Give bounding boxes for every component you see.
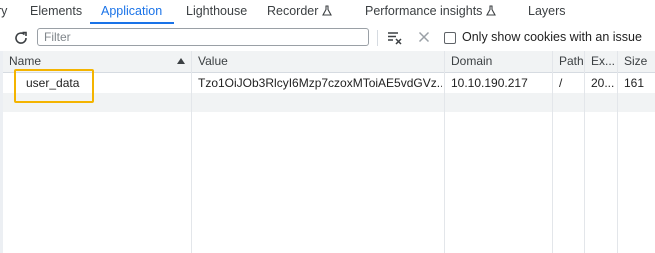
highlight-box: [14, 69, 94, 103]
cookie-expires-cell: 20...: [591, 76, 615, 90]
clear-filter-icon[interactable]: [387, 31, 403, 45]
flask-icon: [486, 5, 497, 16]
column-header-domain[interactable]: Domain: [445, 51, 552, 72]
column-header-size[interactable]: Size: [618, 51, 655, 72]
tab-performance-insights-label: Performance insights: [365, 4, 483, 18]
tab-elements[interactable]: Elements: [30, 0, 82, 24]
column-divider: [617, 51, 618, 253]
close-icon[interactable]: [418, 31, 430, 43]
refresh-icon[interactable]: [13, 30, 29, 46]
tab-application[interactable]: Application: [101, 0, 162, 24]
cookies-toolbar: Only show cookies with an issue: [0, 25, 655, 52]
column-header-expires[interactable]: Ex...: [585, 51, 617, 72]
column-header-name-label: Name: [9, 54, 42, 68]
column-divider: [584, 51, 585, 253]
cookie-size-cell: 161: [624, 76, 645, 90]
column-header-path[interactable]: Path: [553, 51, 584, 72]
table-header: Name Value Domain Path Ex... Size: [3, 51, 655, 73]
column-divider: [552, 51, 553, 253]
cookie-value-cell: Tzo1OiJOb3RlcyI6Mzp7czoxMToiAE5vdGVz...: [198, 76, 442, 90]
tab-lighthouse[interactable]: Lighthouse: [186, 0, 247, 24]
tab-recorder[interactable]: Recorder: [267, 0, 333, 24]
cookie-path-cell: /: [559, 76, 563, 90]
cookies-table: Name Value Domain Path Ex... Size user_d…: [3, 51, 655, 253]
devtools-tab-bar: ry Elements Application Lighthouse Recor…: [0, 0, 655, 26]
column-divider: [191, 51, 192, 253]
only-issues-checkbox-label[interactable]: Only show cookies with an issue: [462, 30, 642, 44]
tab-performance-insights[interactable]: Performance insights: [365, 0, 497, 24]
filter-input[interactable]: [37, 28, 369, 46]
flask-icon: [322, 5, 333, 16]
toolbar-divider: [377, 30, 378, 46]
active-tab-indicator: [90, 22, 174, 24]
tab-memory-partial[interactable]: ry: [0, 0, 7, 24]
tab-recorder-label: Recorder: [267, 4, 319, 18]
sort-ascending-icon: [177, 58, 185, 64]
only-issues-checkbox[interactable]: [444, 32, 456, 44]
tab-layers[interactable]: Layers: [528, 0, 566, 24]
column-divider: [444, 51, 445, 253]
table-row[interactable]: user_data Tzo1OiJOb3RlcyI6Mzp7czoxMToiAE…: [3, 73, 655, 93]
empty-table-row: [3, 93, 655, 112]
column-header-value[interactable]: Value: [192, 51, 444, 72]
cookie-domain-cell: 10.10.190.217: [451, 76, 528, 90]
